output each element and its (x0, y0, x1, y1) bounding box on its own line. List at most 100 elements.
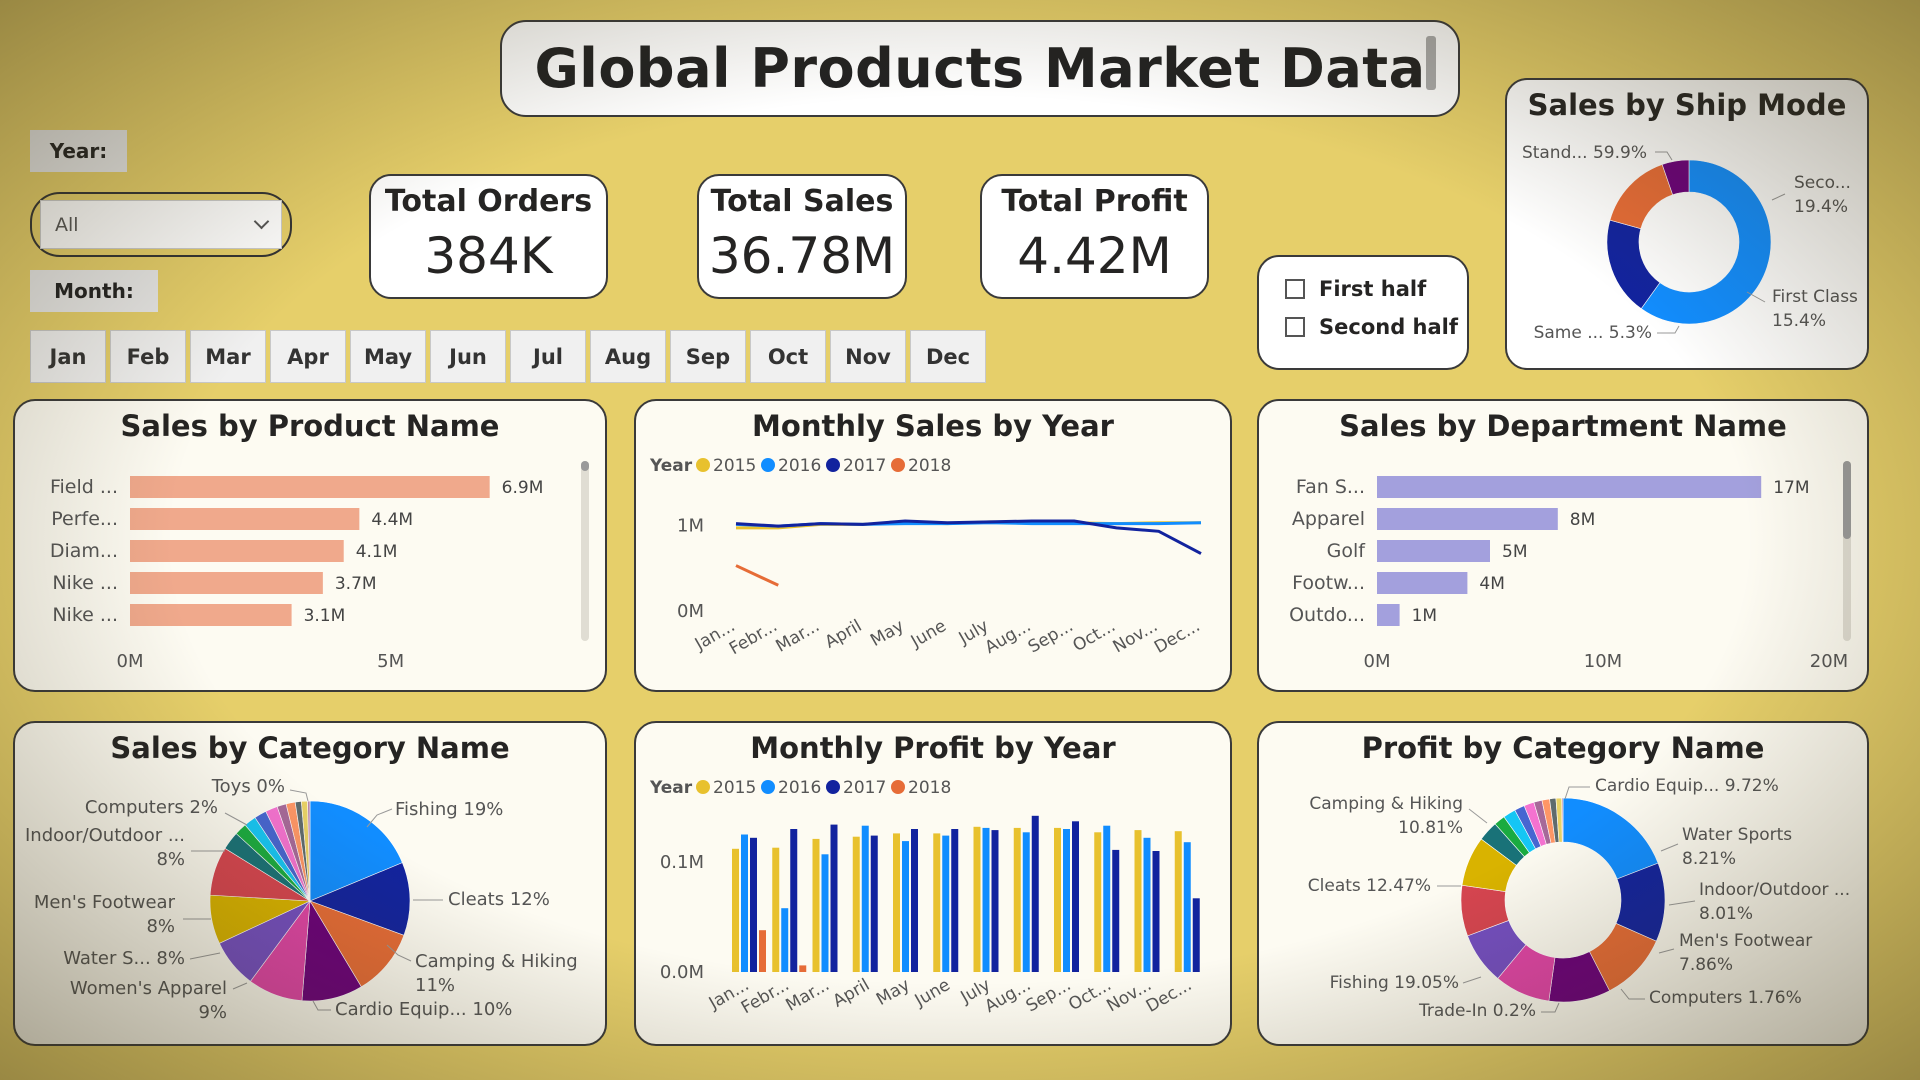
bar (982, 827, 990, 972)
bar (1174, 831, 1182, 972)
leader-line (224, 812, 248, 826)
legend-swatch (826, 458, 840, 472)
bar (750, 837, 757, 972)
bar (1134, 830, 1142, 972)
product-scrollbar[interactable] (581, 461, 589, 641)
scroll-thumb[interactable] (581, 461, 589, 471)
monthly-profit-chart: Monthly Profit by Year Year 2015 2016 2017 2… (634, 721, 1232, 1046)
year-dropdown-field[interactable]: All (40, 200, 282, 249)
category-label: Outdo... (1289, 604, 1365, 626)
month-button-jan[interactable]: Jan (30, 330, 106, 383)
slice-label: Fishing 19.05% (1330, 973, 1459, 993)
bar (1063, 829, 1070, 972)
month-button-apr[interactable]: Apr (270, 330, 346, 383)
leader-line (189, 952, 221, 960)
bar (1054, 827, 1061, 972)
bar (781, 908, 789, 972)
second-half-option[interactable]: Second half (1285, 315, 1467, 339)
year-dropdown[interactable]: All (30, 192, 292, 257)
leader-line (1660, 843, 1679, 852)
kpi-sales-value: 36.78M (708, 227, 896, 285)
bar (1152, 851, 1160, 972)
category-label: Diam... (50, 540, 118, 562)
x-tick-label: May (867, 616, 907, 651)
kpi-profit-value: 4.42M (1017, 227, 1172, 285)
kpi-sales-label: Total Sales (710, 184, 894, 219)
x-tick-label: 10M (1584, 651, 1622, 672)
product-sales-chart: Sales by Product Name Field ... 6.9M Perfe… (13, 399, 607, 692)
x-tick-label: April (830, 975, 874, 1012)
bar (1013, 827, 1021, 972)
x-tick-label: 20M (1810, 651, 1848, 672)
data-label: 3.7M (335, 574, 377, 594)
data-label: 4.4M (371, 510, 413, 530)
slice-label: Fishing 19% (395, 799, 503, 820)
y-tick-label: 0M (677, 601, 704, 622)
second-half-checkbox[interactable] (1285, 317, 1305, 337)
slice-label: Water S... 8% (63, 948, 185, 969)
category-sales-chart: Sales by Category Name Fishing 19% Cleats… (13, 721, 607, 1046)
bar (1192, 898, 1200, 972)
legend-swatch (826, 780, 840, 794)
month-button-may[interactable]: May (350, 330, 426, 383)
half-year-slicer: First half Second half (1257, 255, 1469, 370)
month-button-oct[interactable]: Oct (750, 330, 826, 383)
kpi-profit-label: Total Profit (1001, 184, 1188, 219)
data-label: 1M (1412, 606, 1437, 626)
slice-label: Indoor/Outdoor ... (25, 825, 185, 846)
chevron-down-icon[interactable] (253, 213, 270, 230)
monthly-sales-line-chart: Year 2015 2016 2017 20180M1MJan...Febr...Mar… (649, 456, 1204, 659)
title-scrollbar[interactable] (1426, 36, 1436, 90)
legend-label: 2015 (713, 456, 756, 476)
first-half-option[interactable]: First half (1285, 277, 1467, 301)
month-button-jul[interactable]: Jul (510, 330, 586, 383)
month-button-aug[interactable]: Aug (590, 330, 666, 383)
page-title: Global Products Market Data (534, 37, 1426, 100)
bar (1143, 837, 1151, 972)
scroll-thumb[interactable] (1843, 461, 1851, 539)
department-scrollbar[interactable] (1843, 461, 1851, 641)
bar (830, 824, 838, 972)
month-button-jun[interactable]: Jun (430, 330, 506, 383)
monthly-sales-chart: Monthly Sales by Year Year 2015 2016 2017 20… (634, 399, 1232, 692)
month-button-dec[interactable]: Dec (910, 330, 986, 383)
data-label: 3.1M (304, 606, 346, 626)
first-half-checkbox[interactable] (1285, 279, 1305, 299)
legend-title: Year (649, 456, 693, 476)
bar (1022, 832, 1030, 972)
x-tick-label: Sep... (1025, 616, 1077, 657)
slice-label: Trade-In 0.2% (1418, 1001, 1536, 1021)
data-label: 4M (1479, 574, 1504, 594)
slice-label: Cleats 12.47% (1308, 876, 1431, 896)
bar (772, 847, 780, 972)
bar (1377, 572, 1468, 594)
bar (790, 829, 798, 972)
legend-label: 2016 (778, 778, 821, 798)
pie-slice (1562, 797, 1659, 880)
category-label: Apparel (1292, 508, 1365, 530)
category-profit-donut: Cardio Equip... 9.72% Camping & Hiking 10.… (1308, 776, 1850, 1021)
month-button-sep[interactable]: Sep (670, 330, 746, 383)
legend-swatch (891, 780, 905, 794)
department-bar-chart: Fan S... 17M Apparel 8M Golf 5M Footw... 4M Outd… (1289, 476, 1848, 672)
x-tick-label: Mar... (773, 616, 823, 657)
slice-label: Seco... (1794, 173, 1851, 193)
leader-line (1771, 193, 1786, 201)
category-profit-chart: Profit by Category Name Cardio Equip... … (1257, 721, 1869, 1046)
x-tick-label: Mar... (783, 975, 833, 1016)
x-tick-label: Oct... (1069, 616, 1118, 656)
bar (951, 829, 959, 972)
slice-label: 9% (198, 1002, 227, 1023)
bar (130, 604, 292, 626)
month-button-nov[interactable]: Nov (830, 330, 906, 383)
month-button-feb[interactable]: Feb (110, 330, 186, 383)
data-label: 8M (1570, 510, 1595, 530)
category-sales-pie: Fishing 19% Cleats 12% Camping & Hiking 11%… (25, 776, 578, 1023)
bar (812, 838, 820, 972)
bar (991, 830, 999, 972)
month-button-mar[interactable]: Mar (190, 330, 266, 383)
slice-label: 8.01% (1699, 904, 1753, 924)
y-tick-label: 0.0M (660, 962, 704, 983)
month-slicer: Jan Feb Mar Apr May Jun Jul Aug Sep Oct … (30, 330, 986, 383)
leader-line (1564, 786, 1590, 800)
